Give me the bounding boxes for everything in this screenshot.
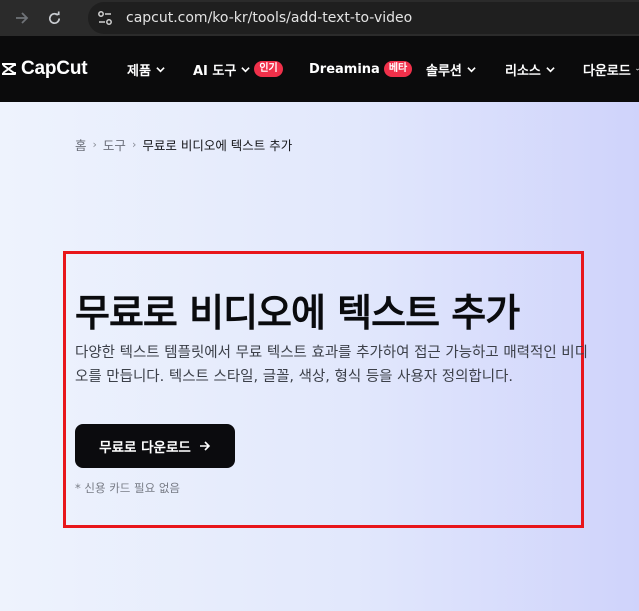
reload-icon (48, 10, 60, 24)
breadcrumb: 홈 › 도구 › 무료로 비디오에 텍스트 추가 (75, 135, 292, 154)
nav-item-label: AI 도구 (193, 63, 237, 79)
nav-item-label: 다운로드 (583, 63, 631, 79)
nav-item-dreamina[interactable]: Dreamina 베타 (309, 36, 413, 102)
capcut-logo[interactable]: CapCut (0, 36, 88, 102)
download-button-label: 무료로 다운로드 (99, 440, 191, 456)
nav-item-label: 제품 (127, 63, 151, 79)
chevron-down-icon (467, 66, 476, 72)
download-button[interactable]: 무료로 다운로드 (75, 424, 235, 468)
nav-item-label: Dreamina (309, 61, 380, 77)
site-info-icon[interactable] (92, 5, 118, 31)
address-bar[interactable]: capcut.com/ko-kr/tools/add-text-to-video (88, 2, 639, 34)
chevron-right-icon: › (92, 138, 97, 151)
browser-toolbar: capcut.com/ko-kr/tools/add-text-to-video (0, 0, 639, 36)
nav-item-label: 리소스 (505, 63, 541, 79)
nav-item-solutions[interactable]: 솔루션 (426, 36, 476, 102)
url-text[interactable]: capcut.com/ko-kr/tools/add-text-to-video (126, 10, 412, 26)
reload-button[interactable] (38, 0, 70, 36)
hero-description: 다양한 텍스트 템플릿에서 무료 텍스트 효과를 추가하여 접근 가능하고 매력… (75, 345, 588, 385)
forward-arrow-icon (16, 12, 29, 24)
chevron-right-icon: › (131, 138, 137, 151)
capcut-logo-icon (2, 63, 16, 75)
nav-item-label: 솔루션 (426, 63, 462, 79)
nav-item-resources[interactable]: 리소스 (505, 36, 555, 102)
popular-badge: 인기 (254, 61, 283, 77)
hero-section: 홈 › 도구 › 무료로 비디오에 텍스트 추가 무료로 비디오에 텍스트 추가… (0, 102, 639, 611)
site-navigation: CapCut 제품 AI 도구 인기 Dreamina 베타 솔루션 리소스 다… (0, 36, 639, 102)
forward-button[interactable] (6, 0, 38, 36)
nav-item-ai-tools[interactable]: AI 도구 인기 (193, 36, 283, 102)
nav-item-download[interactable]: 다운로드 (583, 36, 639, 102)
page-title: 무료로 비디오에 텍스트 추가 (75, 291, 520, 335)
chevron-down-icon (156, 66, 165, 72)
nav-item-products[interactable]: 제품 (127, 36, 165, 102)
breadcrumb-tools[interactable]: 도구 (103, 135, 126, 154)
logo-text: CapCut (21, 58, 88, 79)
beta-badge: 베타 (383, 61, 413, 77)
chevron-down-icon (546, 66, 555, 72)
arrow-right-icon (199, 441, 210, 451)
breadcrumb-current: 무료로 비디오에 텍스트 추가 (142, 138, 293, 153)
no-credit-card-note: * 신용 카드 필요 없음 (75, 481, 181, 495)
breadcrumb-home[interactable]: 홈 (75, 135, 87, 154)
chevron-down-icon (241, 66, 251, 72)
